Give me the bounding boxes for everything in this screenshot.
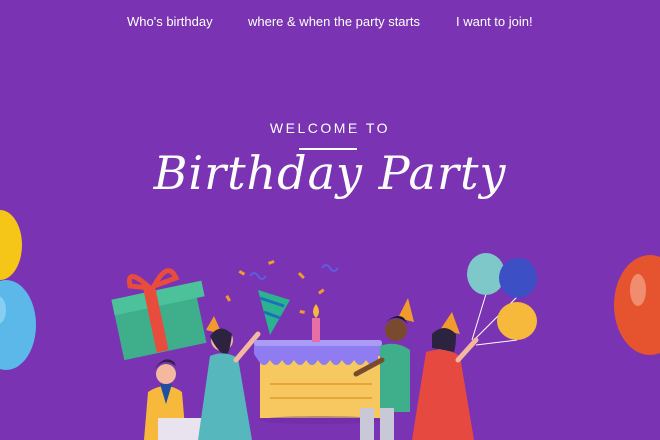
balloon-icon: [467, 253, 537, 346]
person-right: [412, 312, 479, 440]
balloon-icon: [614, 255, 660, 355]
candle-icon: [312, 304, 320, 342]
gift-icon: [111, 268, 207, 361]
party-popper-icon: [258, 290, 290, 335]
balloon-icon: [0, 210, 36, 370]
person-left: [144, 359, 206, 440]
party-illustration: [0, 210, 660, 440]
person-center-left: [198, 316, 261, 440]
person-center-right: [353, 298, 414, 440]
